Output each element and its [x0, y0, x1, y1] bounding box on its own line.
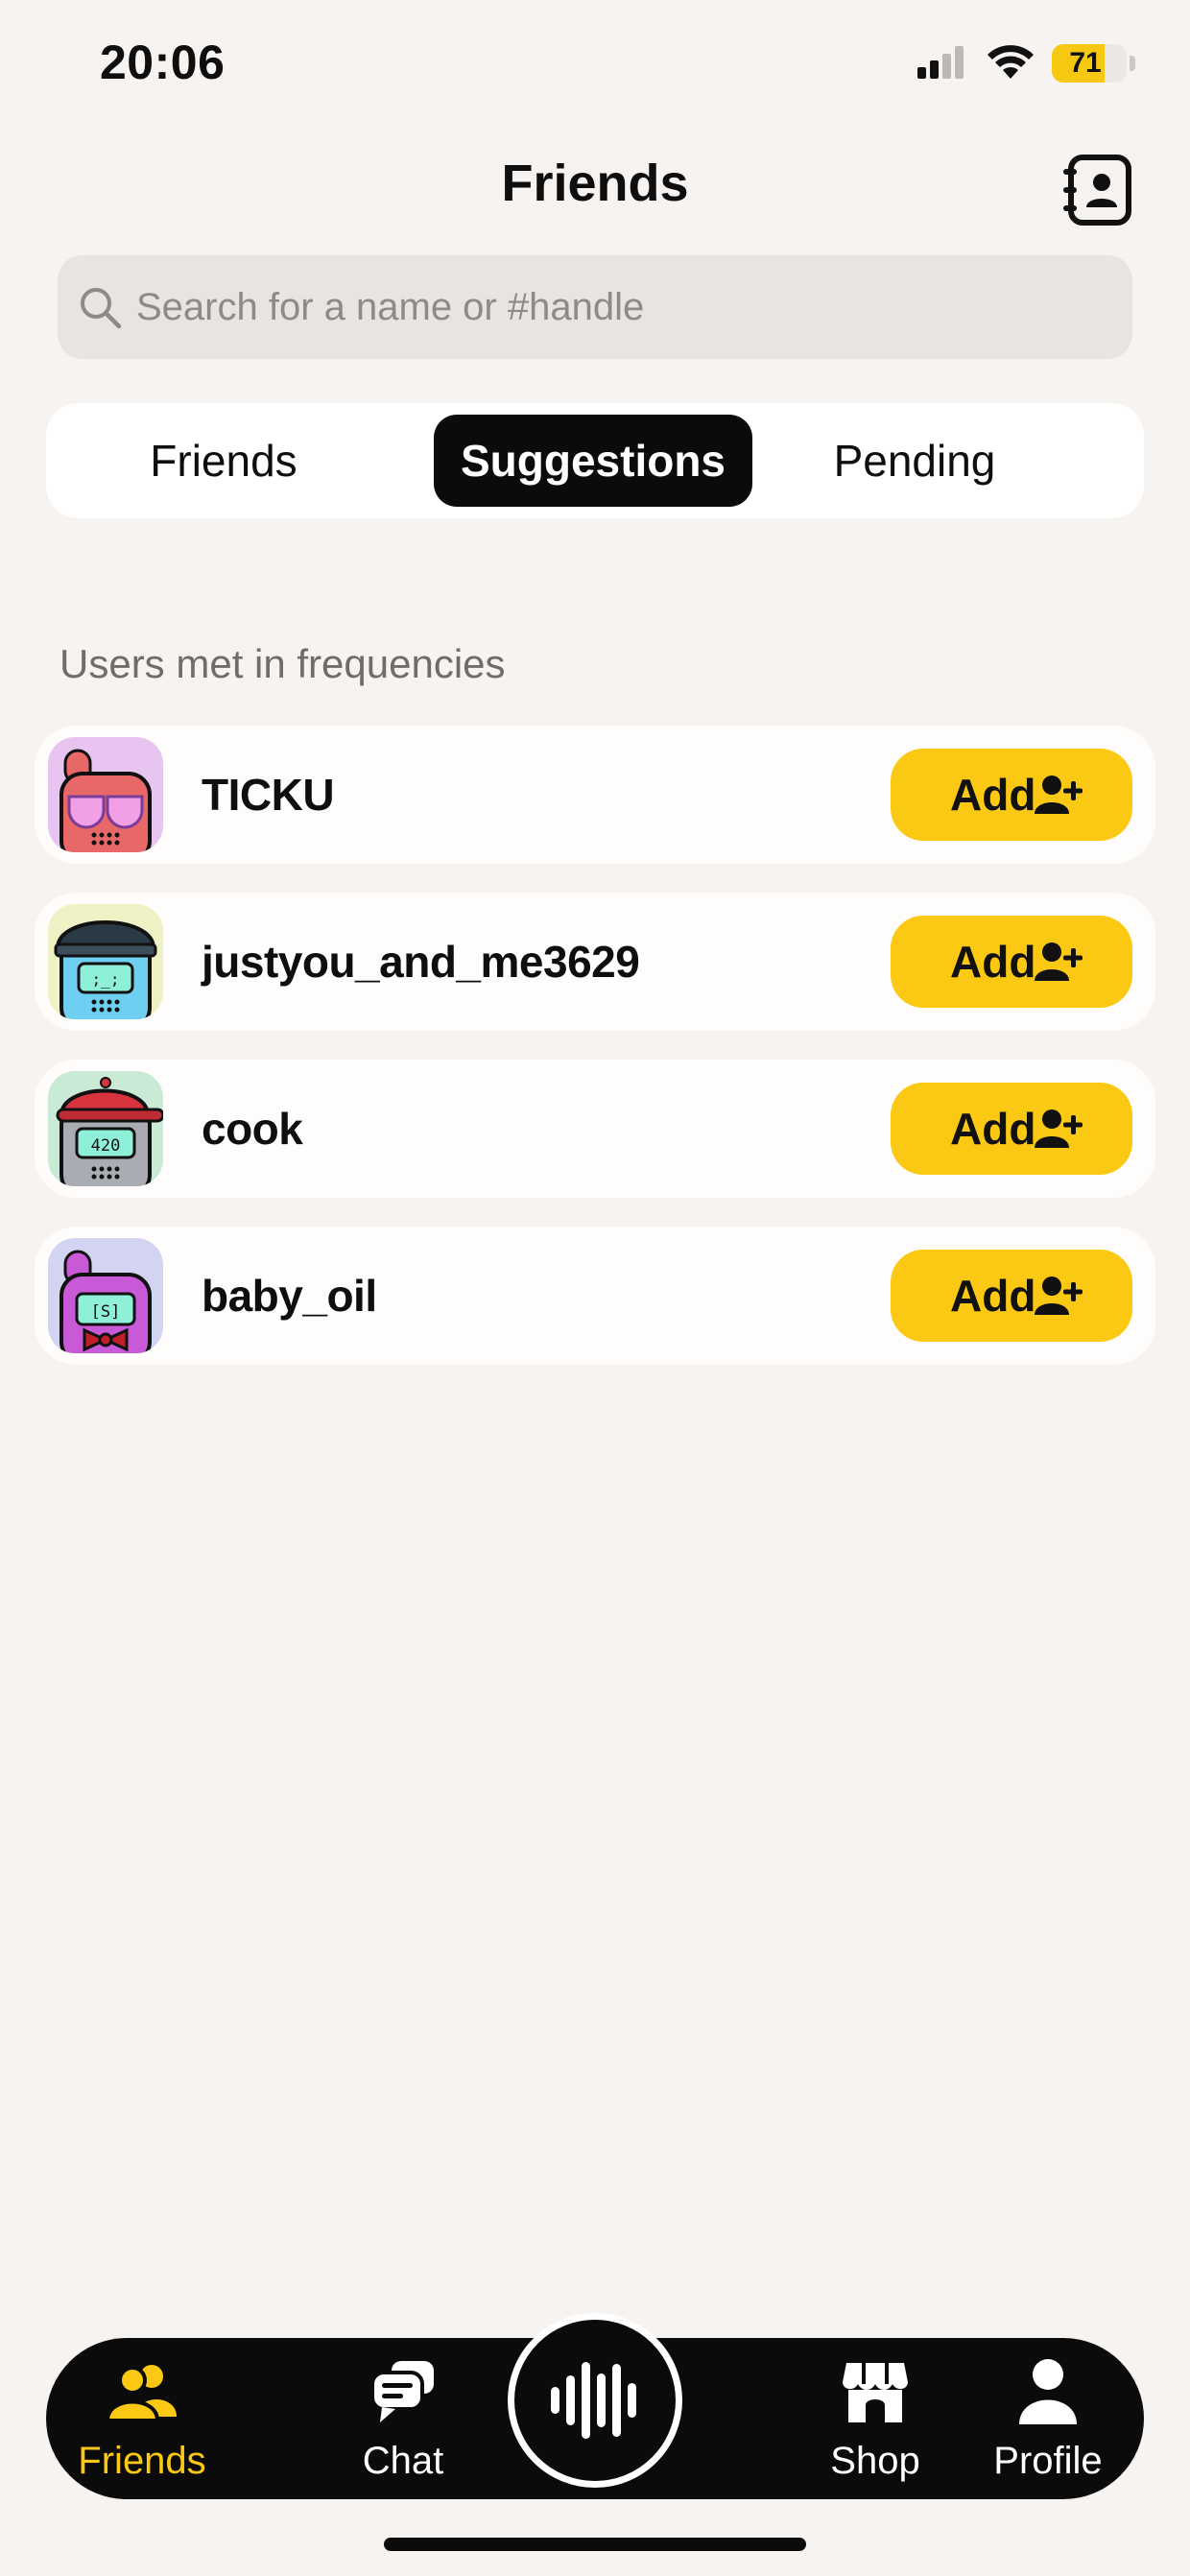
nav-profile[interactable]: Profile: [952, 2338, 1144, 2499]
add-friend-button[interactable]: Add: [891, 1083, 1132, 1175]
svg-text:[S]: [S]: [91, 1302, 121, 1322]
username: baby_oil: [202, 1271, 377, 1321]
add-button-label: Add: [950, 1271, 1036, 1321]
cellular-signal-icon: [917, 46, 964, 79]
chat-icon: [370, 2361, 434, 2422]
user-row: TICKU Add: [35, 726, 1155, 864]
search-bar[interactable]: [58, 255, 1132, 359]
username: cook: [202, 1104, 303, 1154]
search-icon: [81, 288, 122, 329]
voice-frequency-button[interactable]: [508, 2313, 682, 2488]
nav-shop[interactable]: Shop: [779, 2338, 971, 2499]
add-button-label: Add: [950, 1104, 1036, 1154]
username: justyou_and_me3629: [202, 937, 640, 987]
profile-icon: [1019, 2359, 1077, 2424]
friends-tab-switcher: Friends Suggestions Pending: [46, 403, 1144, 518]
add-friend-button[interactable]: Add: [891, 916, 1132, 1008]
page-title: Friends: [501, 155, 689, 212]
section-label: Users met in frequencies: [60, 641, 506, 686]
nav-label-shop: Shop: [830, 2440, 920, 2482]
user-row: 420 cook Add: [35, 1060, 1155, 1198]
friends-icon: [107, 2365, 177, 2422]
battery-cap: [1130, 56, 1135, 71]
nav-friends[interactable]: Friends: [46, 2338, 238, 2499]
nav-label-chat: Chat: [362, 2440, 444, 2482]
shop-icon: [843, 2363, 908, 2422]
avatar: ;_;: [48, 904, 163, 1019]
avatar: [S]: [48, 1238, 163, 1353]
status-bar: 20:06 71: [0, 0, 1190, 130]
tab-suggestions[interactable]: Suggestions: [434, 415, 752, 507]
nav-label-profile: Profile: [993, 2440, 1103, 2482]
tab-pending[interactable]: Pending: [821, 415, 1008, 507]
add-person-icon: [1035, 775, 1083, 814]
svg-text:;_;: ;_;: [92, 970, 120, 989]
nav-label-friends: Friends: [78, 2440, 206, 2482]
add-person-icon: [1035, 942, 1083, 981]
add-button-label: Add: [950, 937, 1036, 987]
avatar: [48, 737, 163, 852]
tab-friends[interactable]: Friends: [132, 415, 315, 507]
battery-percent: 71: [1069, 47, 1102, 79]
wifi-icon: [988, 45, 1034, 79]
username: TICKU: [202, 770, 335, 820]
battery-indicator: 71: [1052, 44, 1127, 83]
user-row: [S] baby_oil Add: [35, 1227, 1155, 1365]
search-input[interactable]: [136, 255, 1106, 359]
svg-text:420: 420: [91, 1136, 121, 1156]
add-button-label: Add: [950, 770, 1036, 820]
home-indicator: [384, 2538, 806, 2551]
avatar: 420: [48, 1071, 163, 1186]
add-person-icon: [1035, 1109, 1083, 1148]
add-person-icon: [1035, 1276, 1083, 1315]
voice-wave-icon: [551, 2362, 636, 2439]
contacts-book-icon[interactable]: [1061, 154, 1134, 227]
add-friend-button[interactable]: Add: [891, 749, 1132, 841]
user-row: ;_; justyou_and_me3629 Add: [35, 893, 1155, 1031]
status-time: 20:06: [100, 36, 226, 89]
add-friend-button[interactable]: Add: [891, 1250, 1132, 1342]
nav-chat[interactable]: Chat: [307, 2338, 499, 2499]
